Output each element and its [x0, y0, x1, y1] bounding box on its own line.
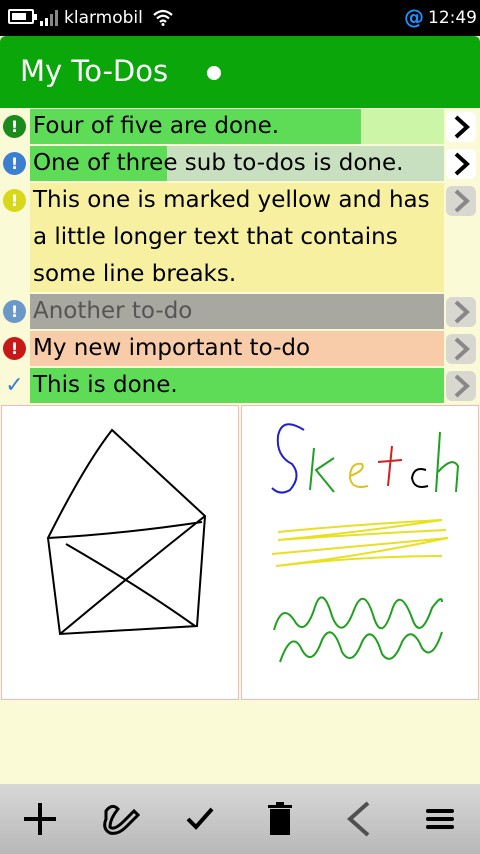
- menu-icon: [426, 809, 454, 829]
- chevron-right-icon[interactable]: [446, 186, 476, 216]
- page-title[interactable]: My To-Dos: [20, 54, 168, 88]
- wifi-icon: [153, 9, 173, 26]
- check-icon: [186, 807, 214, 830]
- draw-button[interactable]: [80, 784, 160, 854]
- chevron-right-icon[interactable]: [446, 112, 476, 142]
- chevron-left-icon: [346, 801, 370, 837]
- chevron-right-icon[interactable]: [446, 334, 476, 364]
- todo-text: Another to-do: [33, 298, 193, 324]
- todo-item[interactable]: ! Four of five are done.: [0, 108, 480, 145]
- text-sketch[interactable]: [241, 405, 479, 700]
- todo-item[interactable]: ! One of three sub to-dos is done.: [0, 145, 480, 182]
- app-header: My To-Dos: [0, 36, 480, 108]
- todo-text: This is done.: [33, 372, 178, 398]
- chevron-right-icon[interactable]: [446, 149, 476, 179]
- back-button[interactable]: [320, 784, 400, 854]
- todo-item[interactable]: ! Another to-do: [0, 293, 480, 330]
- house-sketch[interactable]: [1, 405, 239, 700]
- status-icon[interactable]: ✓: [3, 374, 26, 397]
- todo-text: Four of five are done.: [33, 113, 280, 139]
- delete-button[interactable]: [240, 784, 320, 854]
- carrier-name: klarmobil: [64, 8, 143, 28]
- add-button[interactable]: [0, 784, 80, 854]
- todo-item[interactable]: ! My new important to-do: [0, 330, 480, 367]
- plus-icon: [24, 803, 56, 835]
- todo-item[interactable]: ✓ This is done.: [0, 367, 480, 404]
- check-button[interactable]: [160, 784, 240, 854]
- todo-text: This one is marked yellow and has a litt…: [33, 187, 430, 287]
- bottom-toolbar: [0, 784, 480, 854]
- todo-item[interactable]: ! This one is marked yellow and has a lit…: [0, 182, 480, 293]
- pen-icon: [103, 804, 140, 835]
- menu-button[interactable]: [400, 784, 480, 854]
- chevron-right-icon[interactable]: [446, 371, 476, 401]
- status-icon[interactable]: !: [3, 115, 26, 138]
- status-icon[interactable]: !: [3, 152, 26, 175]
- notification-icon[interactable]: @: [404, 5, 424, 29]
- sync-indicator-icon: [207, 66, 221, 80]
- clock: 12:49: [428, 8, 477, 28]
- status-icon[interactable]: !: [3, 300, 26, 323]
- todo-text: One of three sub to-dos is done.: [33, 150, 404, 176]
- todo-text: My new important to-do: [33, 335, 311, 361]
- signal-icon: [40, 10, 58, 26]
- status-icon[interactable]: !: [3, 337, 26, 360]
- status-bar: klarmobil @ 12:49: [0, 0, 480, 36]
- trash-icon: [268, 802, 292, 835]
- battery-icon: [8, 9, 37, 24]
- chevron-right-icon[interactable]: [446, 297, 476, 327]
- todo-list: ! Four of five are done.! One of three sub…: [0, 108, 480, 404]
- status-icon[interactable]: !: [3, 189, 26, 212]
